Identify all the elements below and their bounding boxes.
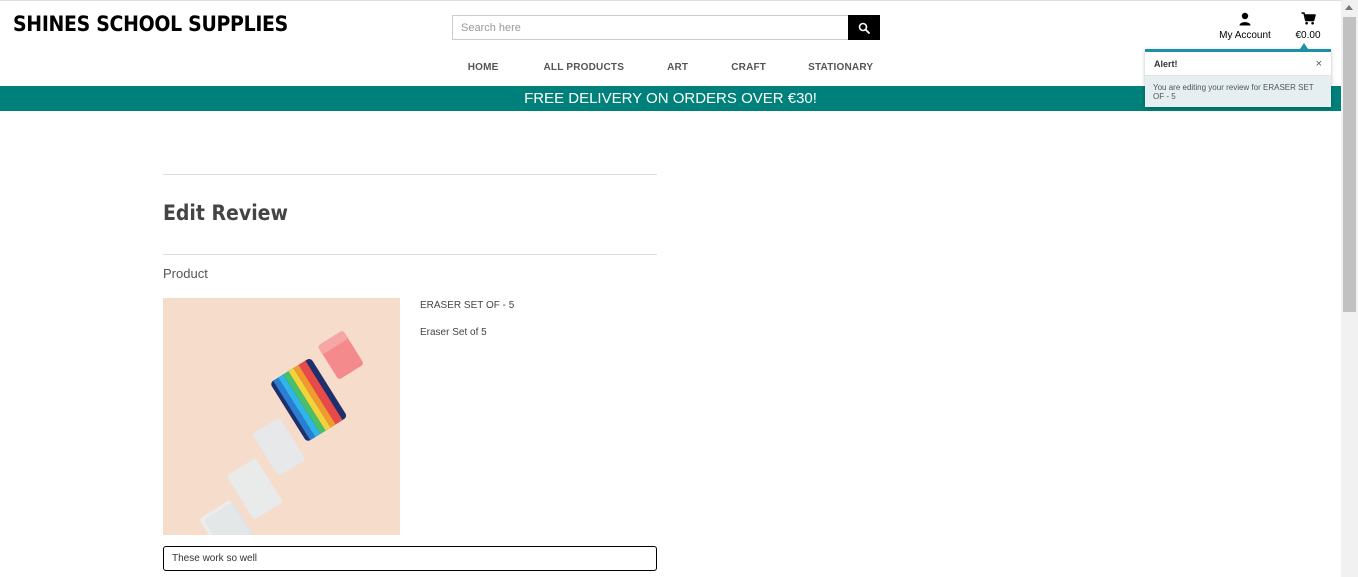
main-nav: HOME ALL PRODUCTS ART CRAFT STATIONARY xyxy=(0,62,1341,73)
toast-title: Alert! xyxy=(1154,58,1178,69)
search-form xyxy=(452,15,880,40)
toast-message: You are editing your review for ERASER S… xyxy=(1145,76,1331,107)
my-account-label: My Account xyxy=(1219,30,1271,41)
cart-total: €0.00 xyxy=(1295,30,1321,41)
close-icon[interactable]: × xyxy=(1316,58,1322,70)
toast-arrow xyxy=(1300,43,1308,49)
cart-icon xyxy=(1301,12,1316,25)
product-label: Product xyxy=(163,266,208,281)
user-icon xyxy=(1239,12,1251,26)
product-name: ERASER SET OF - 5 xyxy=(420,300,515,311)
scrollbar-thumb[interactable] xyxy=(1343,17,1356,312)
top-border xyxy=(0,0,1341,1)
divider-top xyxy=(163,174,657,175)
nav-craft[interactable]: CRAFT xyxy=(731,62,766,73)
page-title: Edit Review xyxy=(163,201,288,225)
nav-all-products[interactable]: ALL PRODUCTS xyxy=(544,62,625,73)
delivery-banner: FREE DELIVERY ON ORDERS OVER €30! xyxy=(0,86,1341,111)
scrollbar[interactable] xyxy=(1341,0,1358,577)
nav-stationary[interactable]: STATIONARY xyxy=(808,62,873,73)
cart-link[interactable]: €0.00 xyxy=(1290,12,1326,41)
nav-home[interactable]: HOME xyxy=(468,62,499,73)
divider-bottom xyxy=(163,254,657,255)
product-image[interactable] xyxy=(163,298,400,535)
alert-toast: Alert! × You are editing your review for… xyxy=(1145,43,1331,107)
my-account-link[interactable]: My Account xyxy=(1216,12,1274,41)
eraser-photo xyxy=(163,298,400,535)
brand-logo[interactable]: SHINES SCHOOL SUPPLIES xyxy=(13,12,288,36)
scroll-up-icon[interactable] xyxy=(1345,5,1353,10)
review-textarea[interactable]: These work so well xyxy=(163,546,657,571)
nav-art[interactable]: ART xyxy=(667,62,688,73)
search-icon xyxy=(858,22,870,34)
search-button[interactable] xyxy=(848,15,880,40)
product-description: Eraser Set of 5 xyxy=(420,327,487,338)
toast-header: Alert! × xyxy=(1145,52,1331,76)
search-input[interactable] xyxy=(452,15,848,40)
